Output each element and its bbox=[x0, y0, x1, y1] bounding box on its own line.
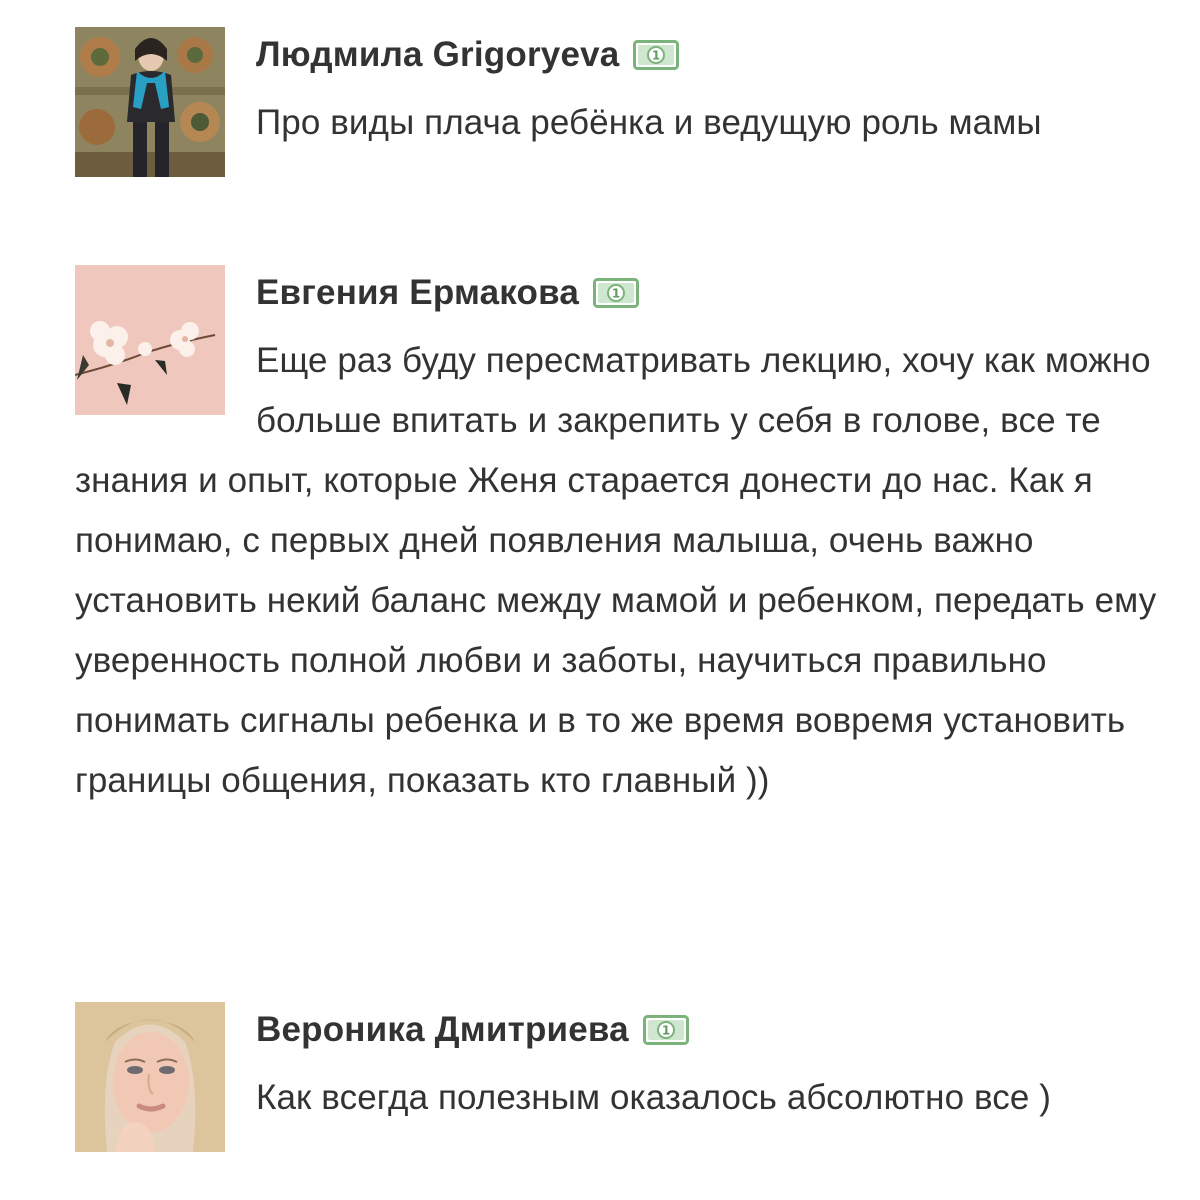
comment-item: Евгения Ермакова 1 Еще раз буду пересмат… bbox=[75, 265, 1160, 811]
avatar-photo-flowers-icon bbox=[75, 265, 225, 415]
svg-text:1: 1 bbox=[652, 49, 660, 63]
author-name[interactable]: Вероника Дмитриева bbox=[256, 1010, 629, 1050]
author-name[interactable]: Евгения Ермакова bbox=[256, 273, 579, 313]
author-name[interactable]: Людмила Grigoryeva bbox=[256, 35, 619, 75]
author-line: Евгения Ермакова 1 bbox=[256, 263, 1160, 323]
avatar[interactable] bbox=[75, 1002, 225, 1152]
money-bill-icon: 1 bbox=[642, 1015, 689, 1045]
comment-text: Про виды плача ребёнка и ведущую роль ма… bbox=[256, 103, 1042, 142]
comment-item: Вероника Дмитриева 1 Как всегда полезным… bbox=[75, 1002, 1160, 1160]
avatar[interactable] bbox=[75, 265, 225, 415]
comment-item: Людмила Grigoryeva 1 Про виды плача ребё… bbox=[75, 27, 1160, 185]
money-bill-icon: 1 bbox=[633, 40, 680, 70]
comment-text: Как всегда полезным оказалось абсолютно … bbox=[256, 1078, 1052, 1117]
author-line: Людмила Grigoryeva 1 bbox=[256, 25, 1160, 85]
svg-text:1: 1 bbox=[662, 1024, 670, 1038]
author-line: Вероника Дмитриева 1 bbox=[256, 1000, 1160, 1060]
avatar-photo-woman-blonde-icon bbox=[75, 1002, 225, 1152]
avatar-photo-woman-tapestry-icon bbox=[75, 27, 225, 177]
avatar[interactable] bbox=[75, 27, 225, 177]
svg-text:1: 1 bbox=[612, 287, 620, 301]
comment-text: Еще раз буду пересматривать лекцию, хочу… bbox=[75, 341, 1157, 800]
money-bill-icon: 1 bbox=[593, 278, 640, 308]
